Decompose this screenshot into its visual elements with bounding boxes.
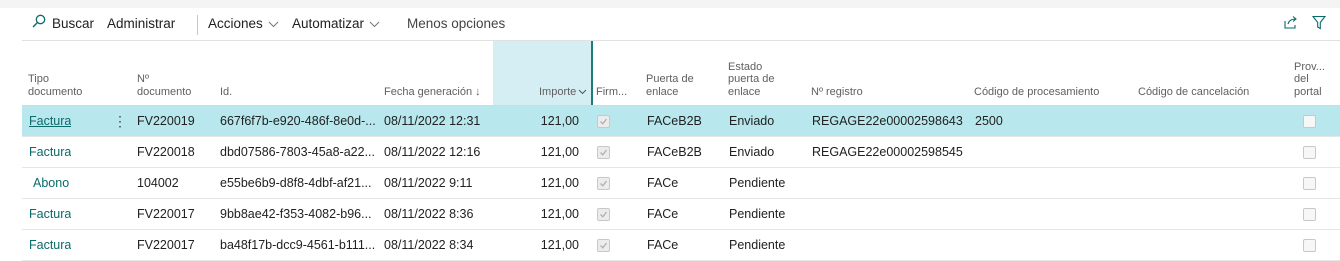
- numero-cell: 104002: [137, 176, 179, 190]
- importe-cell: 121,00: [540, 145, 579, 159]
- row-actions-icon[interactable]: ⋮: [113, 106, 127, 136]
- firmado-checkbox: [597, 115, 610, 128]
- numero-cell: FV220019: [137, 114, 195, 128]
- header-n-registro[interactable]: Nº registro: [811, 86, 863, 99]
- chevron-down-icon: [578, 86, 587, 99]
- fecha-cell: 08/11/2022 8:34: [384, 238, 474, 252]
- registro-cell: REGAGE22e00002598545: [812, 145, 963, 159]
- numero-cell: FV220018: [137, 145, 195, 159]
- estado-cell: Enviado: [729, 145, 775, 159]
- id-cell: 667f6f7b-e920-486f-8e0d-...: [220, 114, 376, 128]
- top-strip: [0, 0, 1340, 8]
- header-firmado[interactable]: Firm...: [596, 86, 627, 99]
- share-icon[interactable]: [1283, 15, 1298, 35]
- importe-cell: 121,00: [540, 176, 579, 190]
- tipo-cell[interactable]: Factura: [29, 230, 71, 260]
- estado-cell: Enviado: [729, 114, 775, 128]
- automate-label: Automatizar: [292, 16, 365, 31]
- search-icon: [32, 8, 46, 40]
- prov-portal-checkbox: [1303, 177, 1316, 190]
- automate-menu[interactable]: Automatizar: [292, 8, 380, 40]
- prov-portal-checkbox: [1303, 239, 1316, 252]
- numero-cell: FV220017: [137, 238, 195, 252]
- firmado-checkbox: [597, 146, 610, 159]
- header-puerta-enlace[interactable]: Puerta de enlace: [646, 73, 694, 98]
- puerta-cell: FACeB2B: [647, 114, 702, 128]
- firmado-checkbox: [597, 208, 610, 221]
- table-row[interactable]: Abono 104002 e55be6b9-d8f8-4dbf-af21... …: [22, 168, 1340, 199]
- table-row[interactable]: Factura FV220017 ba48f17b-dcc9-4561-b111…: [22, 230, 1340, 261]
- puerta-cell: FACe: [647, 238, 679, 252]
- header-fecha-generacion[interactable]: Fecha generación ↓: [384, 86, 481, 99]
- tipo-cell[interactable]: Factura: [29, 199, 71, 229]
- prov-portal-checkbox: [1303, 208, 1316, 221]
- table-row[interactable]: Factura FV220017 9bb8ae42-f353-4082-b96.…: [22, 199, 1340, 230]
- fecha-cell: 08/11/2022 12:31: [384, 114, 481, 128]
- header-id[interactable]: Id.: [220, 86, 232, 99]
- less-options-button[interactable]: Menos opciones: [407, 8, 505, 40]
- puerta-cell: FACe: [647, 176, 679, 190]
- column-resize-handle[interactable]: [591, 41, 593, 105]
- registro-cell: REGAGE22e00002598643: [812, 114, 963, 128]
- search-button[interactable]: Buscar: [32, 8, 94, 40]
- header-estado-puerta[interactable]: Estado puerta de enlace: [728, 61, 774, 99]
- puerta-cell: FACeB2B: [647, 145, 702, 159]
- tipo-cell[interactable]: Abono: [33, 168, 69, 198]
- chevron-down-icon: [268, 8, 279, 40]
- manage-button[interactable]: Administrar: [107, 8, 175, 40]
- importe-cell: 121,00: [540, 114, 579, 128]
- toolbar-divider: [197, 15, 198, 35]
- id-cell: ba48f17b-dcc9-4561-b111...: [220, 238, 376, 252]
- fecha-cell: 08/11/2022 9:11: [384, 176, 473, 190]
- action-bar: Buscar Administrar Acciones Automatizar …: [22, 8, 1340, 41]
- id-cell: e55be6b9-d8f8-4dbf-af21...: [220, 176, 372, 190]
- chevron-down-icon: [369, 8, 380, 40]
- grid-header: Tipo documento Nº documento Id. Fecha gene…: [22, 41, 1340, 106]
- estado-cell: Pendiente: [729, 207, 786, 221]
- firmado-checkbox: [597, 177, 610, 190]
- importe-cell: 121,00: [540, 238, 579, 252]
- actions-label: Acciones: [208, 16, 263, 31]
- header-codigo-procesamiento[interactable]: Código de procesamiento: [974, 86, 1099, 99]
- header-importe[interactable]: Importe: [539, 86, 587, 99]
- numero-cell: FV220017: [137, 207, 195, 221]
- estado-cell: Pendiente: [729, 176, 786, 190]
- header-n-documento[interactable]: Nº documento: [137, 73, 191, 98]
- filter-icon[interactable]: [1311, 15, 1327, 35]
- table-row[interactable]: Factura ⋮ FV220019 667f6f7b-e920-486f-8e…: [22, 106, 1340, 137]
- header-prov-portal[interactable]: Prov... del portal: [1294, 61, 1325, 99]
- header-codigo-cancelacion[interactable]: Código de cancelación: [1138, 86, 1249, 99]
- importe-cell: 121,00: [540, 207, 579, 221]
- prov-portal-checkbox: [1303, 115, 1316, 128]
- table-row[interactable]: Factura FV220018 dbd07586-7803-45a8-a22.…: [22, 137, 1340, 168]
- estado-cell: Pendiente: [729, 238, 786, 252]
- tipo-cell[interactable]: Factura: [29, 137, 71, 167]
- header-tipo-documento[interactable]: Tipo documento: [28, 73, 82, 98]
- tipo-cell[interactable]: Factura: [29, 106, 71, 136]
- firmado-checkbox: [597, 239, 610, 252]
- fecha-cell: 08/11/2022 8:36: [384, 207, 474, 221]
- puerta-cell: FACe: [647, 207, 679, 221]
- cod-proc-cell: 2500: [975, 114, 1003, 128]
- search-label: Buscar: [52, 16, 95, 31]
- prov-portal-checkbox: [1303, 146, 1316, 159]
- id-cell: 9bb8ae42-f353-4082-b96...: [220, 207, 372, 221]
- actions-menu[interactable]: Acciones: [208, 8, 279, 40]
- fecha-cell: 08/11/2022 12:16: [384, 145, 481, 159]
- id-cell: dbd07586-7803-45a8-a22...: [220, 145, 375, 159]
